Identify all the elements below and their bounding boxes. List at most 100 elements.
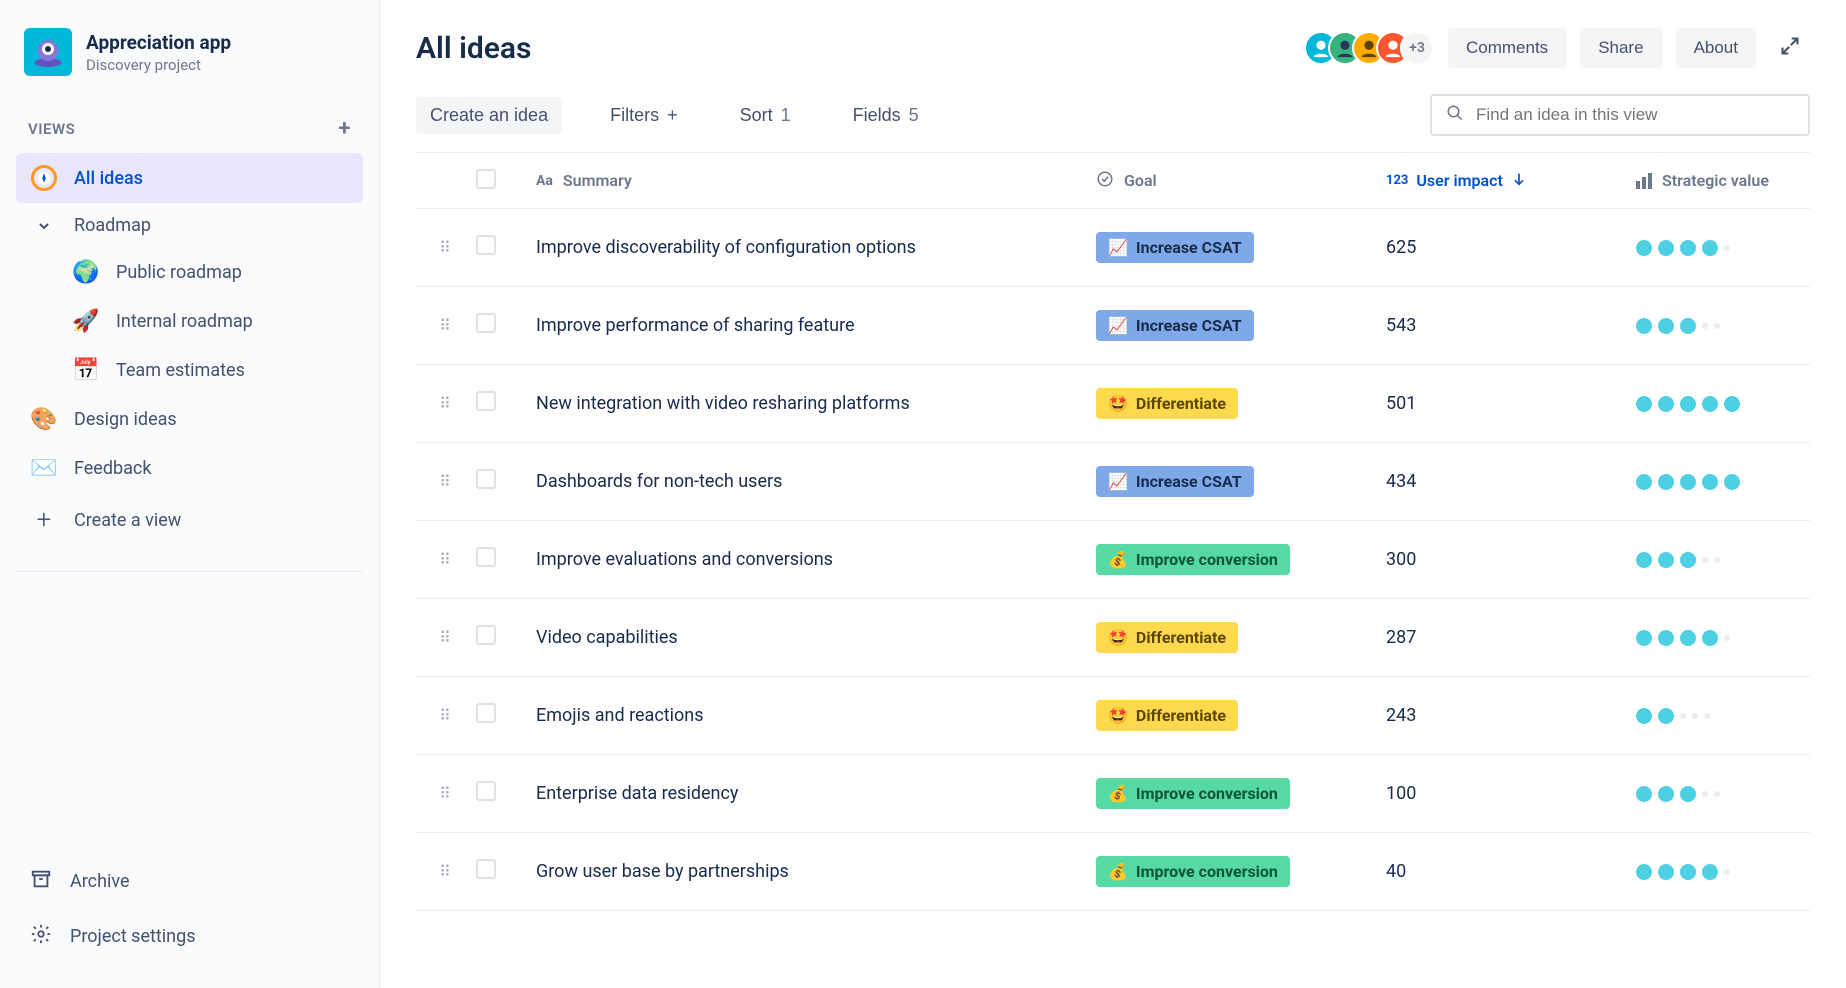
select-all-checkbox[interactable] xyxy=(476,169,496,189)
column-summary[interactable]: Aa Summary xyxy=(536,171,1096,190)
drag-handle-icon[interactable]: ⠿ xyxy=(416,706,476,725)
goal-tag[interactable]: 🤩 Differentiate xyxy=(1096,388,1238,419)
row-checkbox[interactable] xyxy=(476,703,496,723)
cell-goal: 🤩 Differentiate xyxy=(1096,388,1386,419)
sort-button[interactable]: Sort 1 xyxy=(726,97,805,134)
rating-dot xyxy=(1704,713,1710,719)
cell-summary: Grow user base by partnerships xyxy=(536,861,1096,882)
table-row[interactable]: ⠿ Emojis and reactions 🤩 Differentiate 2… xyxy=(416,677,1810,755)
table-row[interactable]: ⠿ Improve performance of sharing feature… xyxy=(416,287,1810,365)
avatars[interactable]: +3 xyxy=(1304,31,1434,65)
sort-count: 1 xyxy=(781,105,791,126)
share-button[interactable]: Share xyxy=(1580,28,1661,68)
cell-goal: 💰 Improve conversion xyxy=(1096,778,1386,809)
cell-strategic-value xyxy=(1636,552,1846,568)
table-row[interactable]: ⠿ Dashboards for non-tech users 📈 Increa… xyxy=(416,443,1810,521)
row-checkbox[interactable] xyxy=(476,625,496,645)
project-settings-button[interactable]: Project settings xyxy=(16,909,363,964)
goal-label: Differentiate xyxy=(1136,628,1226,647)
rating-dot xyxy=(1636,864,1652,880)
row-checkbox[interactable] xyxy=(476,781,496,801)
goal-emoji-icon: 💰 xyxy=(1108,550,1128,569)
sidebar-item-internal-roadmap[interactable]: 🚀 Internal roadmap xyxy=(16,297,363,346)
goal-tag[interactable]: 🤩 Differentiate xyxy=(1096,622,1238,653)
table-row[interactable]: ⠿ Improve discoverability of configurati… xyxy=(416,209,1810,287)
drag-handle-icon[interactable]: ⠿ xyxy=(416,862,476,881)
filters-button[interactable]: Filters + xyxy=(596,97,692,134)
expand-icon[interactable] xyxy=(1770,30,1810,67)
about-button[interactable]: About xyxy=(1676,28,1756,68)
goal-tag[interactable]: 💰 Improve conversion xyxy=(1096,544,1290,575)
sidebar-item-all-ideas[interactable]: All ideas xyxy=(16,153,363,203)
cell-strategic-value xyxy=(1636,864,1846,880)
table-row[interactable]: ⠿ Video capabilities 🤩 Differentiate 287 xyxy=(416,599,1810,677)
sidebar-item-label: Internal roadmap xyxy=(116,311,253,332)
sidebar-item-design-ideas[interactable]: 🎨 Design ideas xyxy=(16,395,363,444)
goal-emoji-icon: 🤩 xyxy=(1108,628,1128,647)
sidebar-item-feedback[interactable]: ✉️ Feedback xyxy=(16,444,363,493)
goal-tag[interactable]: 🤩 Differentiate xyxy=(1096,700,1238,731)
table-row[interactable]: ⠿ New integration with video resharing p… xyxy=(416,365,1810,443)
add-view-icon[interactable]: + xyxy=(338,116,351,141)
column-strategic-value[interactable]: Strategic value xyxy=(1636,171,1846,190)
goal-tag[interactable]: 💰 Improve conversion xyxy=(1096,778,1290,809)
drag-handle-icon[interactable]: ⠿ xyxy=(416,628,476,647)
cell-user-impact: 625 xyxy=(1386,237,1636,258)
sidebar-item-team-estimates[interactable]: 📅 Team estimates xyxy=(16,346,363,395)
goal-tag[interactable]: 📈 Increase CSAT xyxy=(1096,466,1254,497)
sidebar-item-roadmap[interactable]: Roadmap xyxy=(16,203,363,248)
rating-dot xyxy=(1692,713,1698,719)
archive-button[interactable]: Archive xyxy=(16,854,363,909)
table-row[interactable]: ⠿ Enterprise data residency 💰 Improve co… xyxy=(416,755,1810,833)
row-checkbox[interactable] xyxy=(476,391,496,411)
row-checkbox[interactable] xyxy=(476,235,496,255)
drag-handle-icon[interactable]: ⠿ xyxy=(416,238,476,257)
rating-dot xyxy=(1702,557,1708,563)
goal-emoji-icon: 📈 xyxy=(1108,238,1128,257)
project-header[interactable]: Appreciation app Discovery project xyxy=(16,24,363,80)
sidebar-item-public-roadmap[interactable]: 🌍 Public roadmap xyxy=(16,248,363,297)
rating-dot xyxy=(1724,474,1740,490)
rating-dot xyxy=(1714,791,1720,797)
search-input[interactable] xyxy=(1476,105,1794,125)
goal-emoji-icon: 💰 xyxy=(1108,862,1128,881)
drag-handle-icon[interactable]: ⠿ xyxy=(416,472,476,491)
drag-handle-icon[interactable]: ⠿ xyxy=(416,784,476,803)
page-title: All ideas xyxy=(416,31,531,66)
rating-dot xyxy=(1702,630,1718,646)
sidebar-item-create-view[interactable]: + Create a view xyxy=(16,493,363,547)
drag-handle-icon[interactable]: ⠿ xyxy=(416,394,476,413)
column-goal[interactable]: Goal xyxy=(1096,170,1386,192)
project-subtitle: Discovery project xyxy=(86,56,231,74)
rating-dot xyxy=(1724,869,1730,875)
goal-tag[interactable]: 📈 Increase CSAT xyxy=(1096,232,1254,263)
drag-handle-icon[interactable]: ⠿ xyxy=(416,550,476,569)
avatar-more[interactable]: +3 xyxy=(1400,31,1434,65)
table-row[interactable]: ⠿ Improve evaluations and conversions 💰 … xyxy=(416,521,1810,599)
settings-label: Project settings xyxy=(70,926,196,947)
goal-tag[interactable]: 💰 Improve conversion xyxy=(1096,856,1290,887)
drag-handle-icon[interactable]: ⠿ xyxy=(416,316,476,335)
table-row[interactable]: ⠿ Grow user base by partnerships 💰 Impro… xyxy=(416,833,1810,911)
archive-label: Archive xyxy=(70,871,130,892)
goal-tag[interactable]: 📈 Increase CSAT xyxy=(1096,310,1254,341)
cell-summary: Video capabilities xyxy=(536,627,1096,648)
rating-dot xyxy=(1724,396,1740,412)
row-checkbox[interactable] xyxy=(476,313,496,333)
search-box[interactable] xyxy=(1430,94,1810,136)
create-idea-button[interactable]: Create an idea xyxy=(416,97,562,134)
cell-goal: 📈 Increase CSAT xyxy=(1096,232,1386,263)
comments-button[interactable]: Comments xyxy=(1448,28,1566,68)
rating-dot xyxy=(1680,630,1696,646)
cell-goal: 🤩 Differentiate xyxy=(1096,700,1386,731)
rating-dot xyxy=(1680,552,1696,568)
row-checkbox[interactable] xyxy=(476,469,496,489)
column-user-impact[interactable]: 123 User impact xyxy=(1386,171,1636,191)
cell-strategic-value xyxy=(1636,474,1846,490)
sidebar-item-label: Feedback xyxy=(74,458,151,479)
fields-button[interactable]: Fields 5 xyxy=(839,97,933,134)
row-checkbox[interactable] xyxy=(476,859,496,879)
row-checkbox[interactable] xyxy=(476,547,496,567)
ideas-table: Aa Summary Goal 123 User impact xyxy=(416,152,1810,911)
cell-strategic-value xyxy=(1636,240,1846,256)
